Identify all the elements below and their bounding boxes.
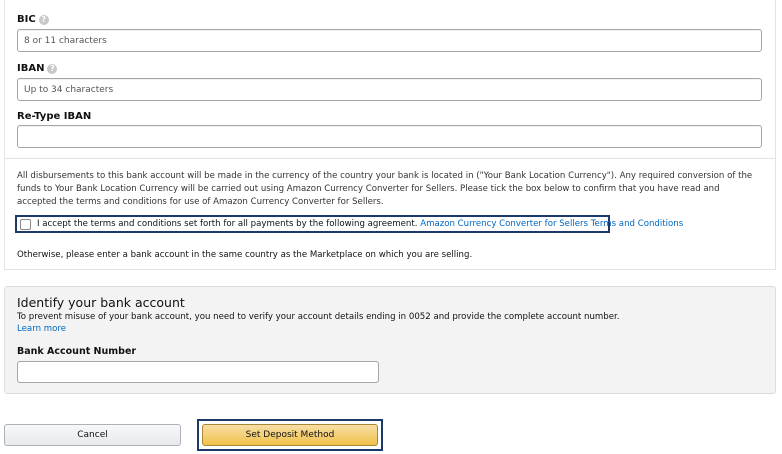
identify-description: To prevent misuse of your bank account, … [17, 312, 620, 322]
learn-more-link[interactable]: Learn more [17, 324, 66, 334]
otherwise-text: Otherwise, please enter a bank account i… [17, 250, 473, 260]
bank-account-number-input[interactable] [17, 361, 379, 383]
retype-iban-label: Re-Type IBAN [17, 111, 92, 122]
bic-label-row: BIC ? [17, 14, 49, 25]
set-deposit-method-button[interactable]: Set Deposit Method [202, 424, 378, 446]
bank-account-number-label: Bank Account Number [17, 346, 137, 357]
retype-iban-input[interactable] [17, 125, 762, 148]
terms-link[interactable]: Amazon Currency Converter for Sellers Te… [420, 219, 683, 229]
currency-notice-text: All disbursements to this bank account w… [17, 171, 753, 207]
iban-label-row: IBAN ? [17, 63, 58, 74]
accept-terms-label: I accept the terms and conditions set fo… [37, 219, 418, 229]
accept-terms-row[interactable]: I accept the terms and conditions set fo… [15, 215, 683, 233]
cancel-button[interactable]: Cancel [4, 424, 181, 446]
section-divider [5, 158, 775, 159]
question-circle-icon[interactable]: ? [47, 63, 58, 74]
identify-title: Identify your bank account [17, 295, 185, 310]
bic-input[interactable] [17, 29, 762, 52]
question-circle-icon[interactable]: ? [38, 14, 49, 25]
bic-label: BIC [17, 14, 36, 25]
iban-input[interactable] [17, 78, 762, 101]
retype-iban-label-row: Re-Type IBAN [17, 111, 91, 122]
set-deposit-method-focus-ring: Set Deposit Method [197, 419, 383, 451]
iban-label: IBAN [17, 63, 45, 74]
accept-terms-checkbox[interactable] [20, 218, 31, 230]
